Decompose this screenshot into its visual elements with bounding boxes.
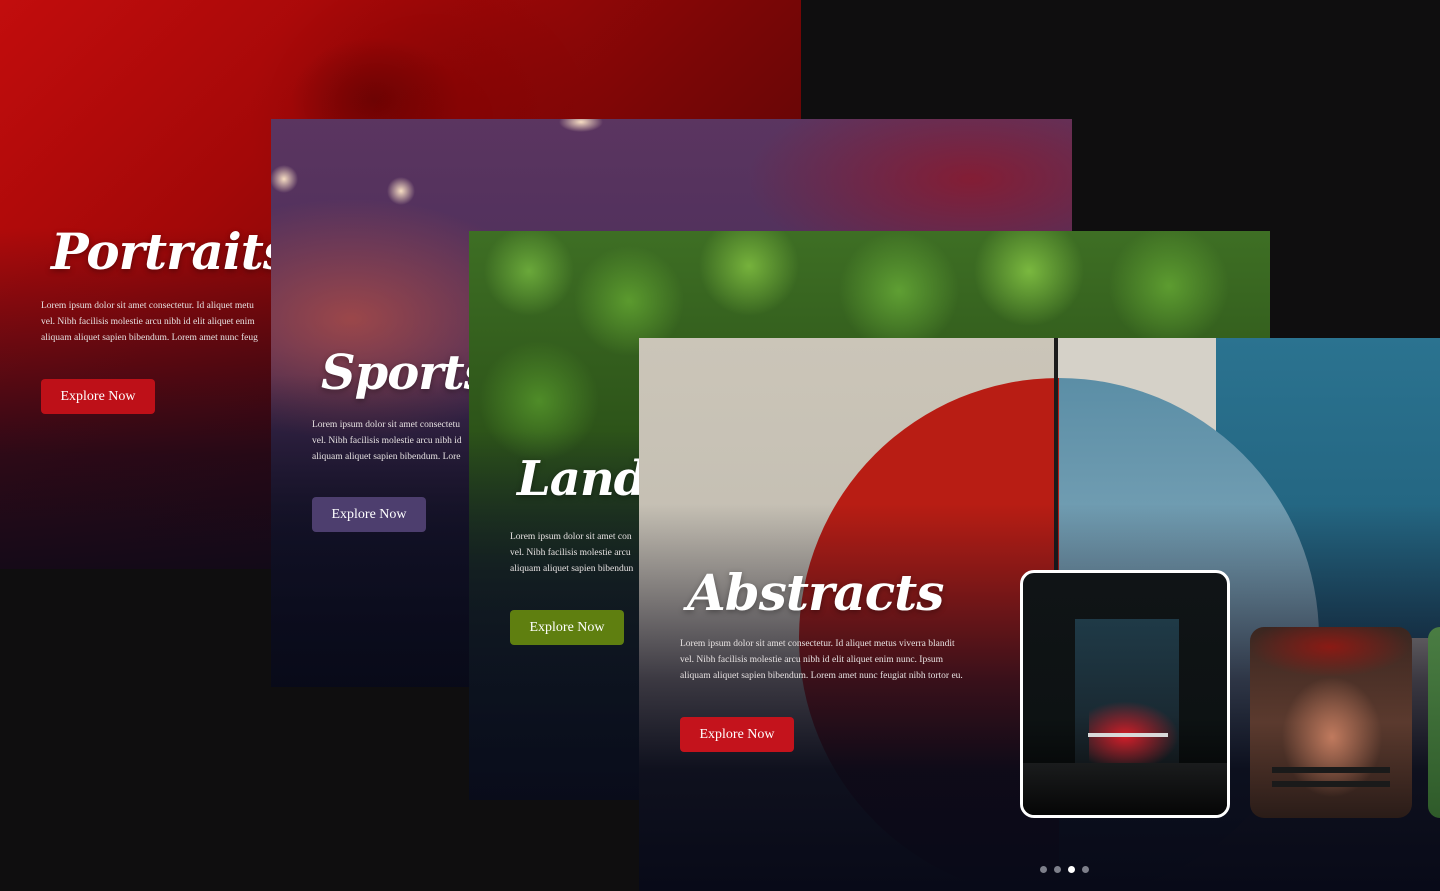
thumbnail-landscape[interactable] [1428,627,1440,818]
thumbnail-abstract-room[interactable] [1020,570,1230,818]
pagination-dot-2[interactable] [1054,866,1061,873]
abstracts-title: Abstracts [687,563,944,622]
portraits-explore-button[interactable]: Explore Now [41,379,155,414]
sports-description: Lorem ipsum dolor sit amet consectetu ve… [312,420,462,462]
landscapes-description: Lorem ipsum dolor sit amet con vel. Nibh… [510,532,634,574]
landscapes-explore-button[interactable]: Explore Now [510,610,624,645]
sports-explore-button[interactable]: Explore Now [312,497,426,532]
abstracts-description: Lorem ipsum dolor sit amet consectetur. … [680,639,963,681]
abstracts-explore-button[interactable]: Explore Now [680,717,794,752]
portraits-title: Portraits [51,222,291,281]
carousel-pagination [1040,866,1089,873]
pagination-dot-4[interactable] [1082,866,1089,873]
pagination-dot-3[interactable] [1068,866,1075,873]
portraits-description: Lorem ipsum dolor sit amet consectetur. … [41,301,258,343]
thumbnail-football-player[interactable] [1250,627,1412,818]
pagination-dot-1[interactable] [1040,866,1047,873]
sports-title: Sports [321,345,491,401]
